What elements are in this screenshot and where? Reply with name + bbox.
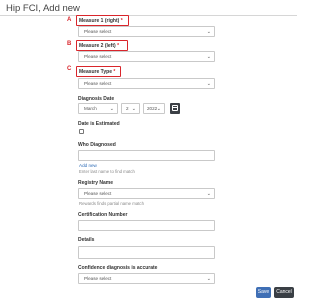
calendar-icon xyxy=(172,105,178,111)
measure1-label: Measure 1 (right) * xyxy=(79,18,123,24)
who-diagnosed-hint: Enter last name to find match xyxy=(79,169,135,174)
confidence-value: Please select xyxy=(84,276,112,281)
chevron-down-icon: ⌄ xyxy=(206,81,211,87)
annotation-b: B xyxy=(67,41,72,47)
measure-type-label: Measure Type * xyxy=(79,69,116,75)
diagnosis-date-label: Diagnosis Date xyxy=(78,96,115,102)
diagnosis-year-value: 2022 xyxy=(147,106,158,111)
diagnosis-month-select[interactable]: March ⌄ xyxy=(78,103,118,114)
diagnosis-day-value: 2 xyxy=(126,106,129,111)
registry-name-hint: Rewards finds partial name match xyxy=(79,201,144,206)
registry-name-select[interactable]: Please select ⌄ xyxy=(78,188,215,199)
save-button[interactable]: Save xyxy=(256,287,271,298)
certification-number-input[interactable] xyxy=(78,220,215,231)
diagnosis-day-select[interactable]: 2 ⌄ xyxy=(121,103,140,114)
confidence-select[interactable]: Please select ⌄ xyxy=(78,273,215,284)
title-divider xyxy=(0,15,297,16)
annotation-c: C xyxy=(67,66,72,72)
page-title: Hip FCI, Add new xyxy=(6,3,80,14)
cancel-button[interactable]: Cancel xyxy=(274,287,294,298)
who-diagnosed-input[interactable] xyxy=(78,150,215,161)
certification-number-label: Certification Number xyxy=(78,212,128,218)
details-input[interactable] xyxy=(78,246,215,259)
details-label: Details xyxy=(78,237,95,243)
diagnosis-year-select[interactable]: 2022 ⌄ xyxy=(143,103,165,114)
chevron-down-icon: ⌄ xyxy=(131,106,136,112)
chevron-down-icon: ⌄ xyxy=(206,29,211,35)
measure1-select-value: Please select xyxy=(84,29,112,34)
measure2-select-value: Please select xyxy=(84,54,112,59)
diagnosis-month-value: March xyxy=(84,106,97,111)
add-new-link[interactable]: Add new xyxy=(79,163,97,168)
chevron-down-icon: ⌄ xyxy=(109,106,114,112)
measure1-select[interactable]: Please select ⌄ xyxy=(78,26,215,37)
measure2-label: Measure 2 (left) * xyxy=(79,43,120,49)
who-diagnosed-label: Who Diagnosed xyxy=(78,142,116,148)
date-estimated-checkbox[interactable] xyxy=(79,129,84,134)
date-estimated-label: Date is Estimated xyxy=(78,121,120,127)
measure2-select[interactable]: Please select ⌄ xyxy=(78,51,215,62)
chevron-down-icon: ⌄ xyxy=(156,106,161,112)
annotation-a: A xyxy=(67,17,72,23)
chevron-down-icon: ⌄ xyxy=(206,54,211,60)
chevron-down-icon: ⌄ xyxy=(206,191,211,197)
chevron-down-icon: ⌄ xyxy=(206,276,211,282)
registry-name-value: Please select xyxy=(84,191,112,196)
calendar-button[interactable] xyxy=(170,103,180,114)
measure-type-select[interactable]: Please select ⌄ xyxy=(78,78,215,89)
measure-type-select-value: Please select xyxy=(84,81,112,86)
confidence-label: Confidence diagnosis is accurate xyxy=(78,265,158,271)
registry-name-label: Registry Name xyxy=(78,180,114,186)
